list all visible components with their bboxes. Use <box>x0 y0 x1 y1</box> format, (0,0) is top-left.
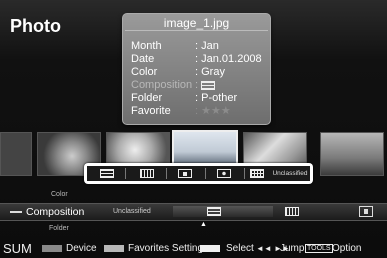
filter-grid[interactable] <box>242 166 272 181</box>
filter-object[interactable] <box>170 166 200 181</box>
unclassified-label[interactable]: Unclassified <box>113 208 151 215</box>
info-row-favorite: Favorite : ★★★ <box>131 105 271 117</box>
sort-bar: Composition Unclassified <box>0 203 387 221</box>
page-title: Photo <box>10 16 61 36</box>
jump-label[interactable]: Jump <box>280 243 304 254</box>
photo-screen: Photo image_1.jpg Month : Jan Date : Jan… <box>0 0 387 258</box>
thumbnail[interactable] <box>0 132 32 176</box>
separator <box>125 168 126 179</box>
info-row-date: Date : Jan.01.2008 <box>131 53 271 65</box>
selection-mark <box>10 211 22 213</box>
object-icon <box>178 169 192 179</box>
filter-horizontal-lines[interactable] <box>92 166 122 181</box>
info-label: Month <box>131 40 162 52</box>
yellow-button-icon <box>200 245 220 252</box>
sum-logo: SUM <box>3 241 32 256</box>
info-value: : <box>195 79 216 91</box>
info-row-folder: Folder : P-other <box>131 92 271 104</box>
horizontal-lines-icon[interactable] <box>207 207 221 216</box>
green-button-icon <box>104 245 124 252</box>
info-label: Color <box>131 66 158 78</box>
filter-vertical-lines[interactable] <box>132 166 162 181</box>
filter-symmetric[interactable] <box>209 166 239 181</box>
thumbnail[interactable] <box>320 132 384 176</box>
sort-option-above[interactable]: Color <box>51 191 68 198</box>
separator <box>205 168 206 179</box>
info-label: Composition <box>131 79 193 91</box>
grid-icon <box>250 169 264 179</box>
info-value: : P-other <box>195 92 238 104</box>
horizontal-lines-icon <box>100 169 114 179</box>
object-icon[interactable] <box>359 206 373 217</box>
favorite-stars: : ★★★ <box>195 105 231 117</box>
composition-filter-bar: Unclassified <box>84 163 313 184</box>
info-label: Favorite <box>131 105 171 117</box>
info-row-month: Month : Jan <box>131 40 271 52</box>
device-label[interactable]: Device <box>66 243 97 254</box>
sort-option-below[interactable]: Folder <box>49 225 69 232</box>
info-label: Date <box>131 53 155 65</box>
info-value: : Gray <box>195 66 225 78</box>
caret-up-icon: ▲ <box>200 221 207 228</box>
info-row-composition: Composition : <box>131 79 271 91</box>
info-row-color: Color : Gray <box>131 66 271 78</box>
symmetric-icon <box>217 169 231 179</box>
select-label[interactable]: Select <box>226 243 254 254</box>
horizontal-lines-icon <box>201 80 216 90</box>
sort-option-current[interactable]: Composition <box>26 206 84 218</box>
file-info-panel: image_1.jpg Month : Jan Date : Jan.01.20… <box>122 13 271 125</box>
button-legend: SUM Device Favorites Setting Select ◄◄ ►… <box>0 240 387 258</box>
filter-unclassified[interactable]: Unclassified <box>270 166 310 181</box>
composition-track[interactable] <box>173 206 273 217</box>
vertical-lines-icon[interactable] <box>285 207 299 216</box>
option-label[interactable]: Option <box>332 243 361 254</box>
info-value: : Jan <box>195 40 219 52</box>
vertical-lines-icon <box>140 169 154 179</box>
file-name: image_1.jpg <box>163 16 230 30</box>
tools-button-icon: TOOLS <box>305 244 333 253</box>
red-button-icon <box>42 245 62 252</box>
info-label: Folder <box>131 92 163 104</box>
favorites-setting-label[interactable]: Favorites Setting <box>128 243 203 254</box>
info-divider <box>125 30 268 31</box>
info-value: : Jan.01.2008 <box>195 53 262 65</box>
separator <box>166 168 167 179</box>
